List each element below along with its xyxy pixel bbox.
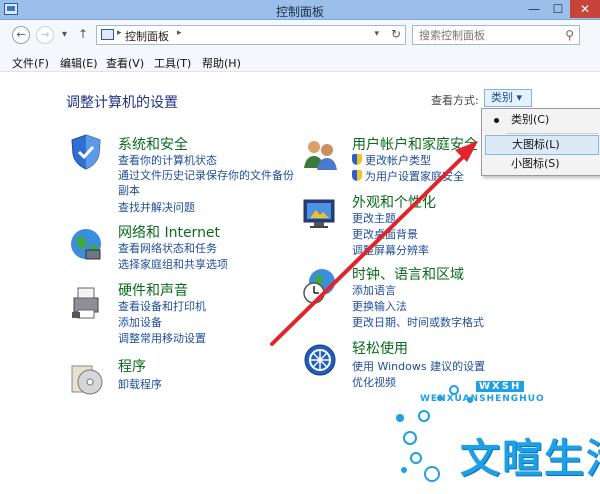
view-option-large-icons[interactable]: 大图标(L) [485, 135, 599, 155]
view-option-category[interactable]: 类别(C) [485, 111, 599, 131]
watermark-subtitle: WENXUANSHENGHUO [420, 394, 545, 404]
selected-bullet-icon [494, 118, 499, 123]
menu-divider [506, 133, 598, 134]
view-option-small-icons[interactable]: 小图标(S) [485, 155, 599, 175]
watermark-title: 文暄生活 [460, 436, 600, 482]
view-by-popup-menu: 类别(C) 大图标(L) 小图标(S) [481, 108, 600, 176]
watermark-mono: WXSH [476, 381, 525, 392]
watermark-logo: WXSH WENXUANSHENGHUO 文暄生活 [380, 378, 600, 494]
